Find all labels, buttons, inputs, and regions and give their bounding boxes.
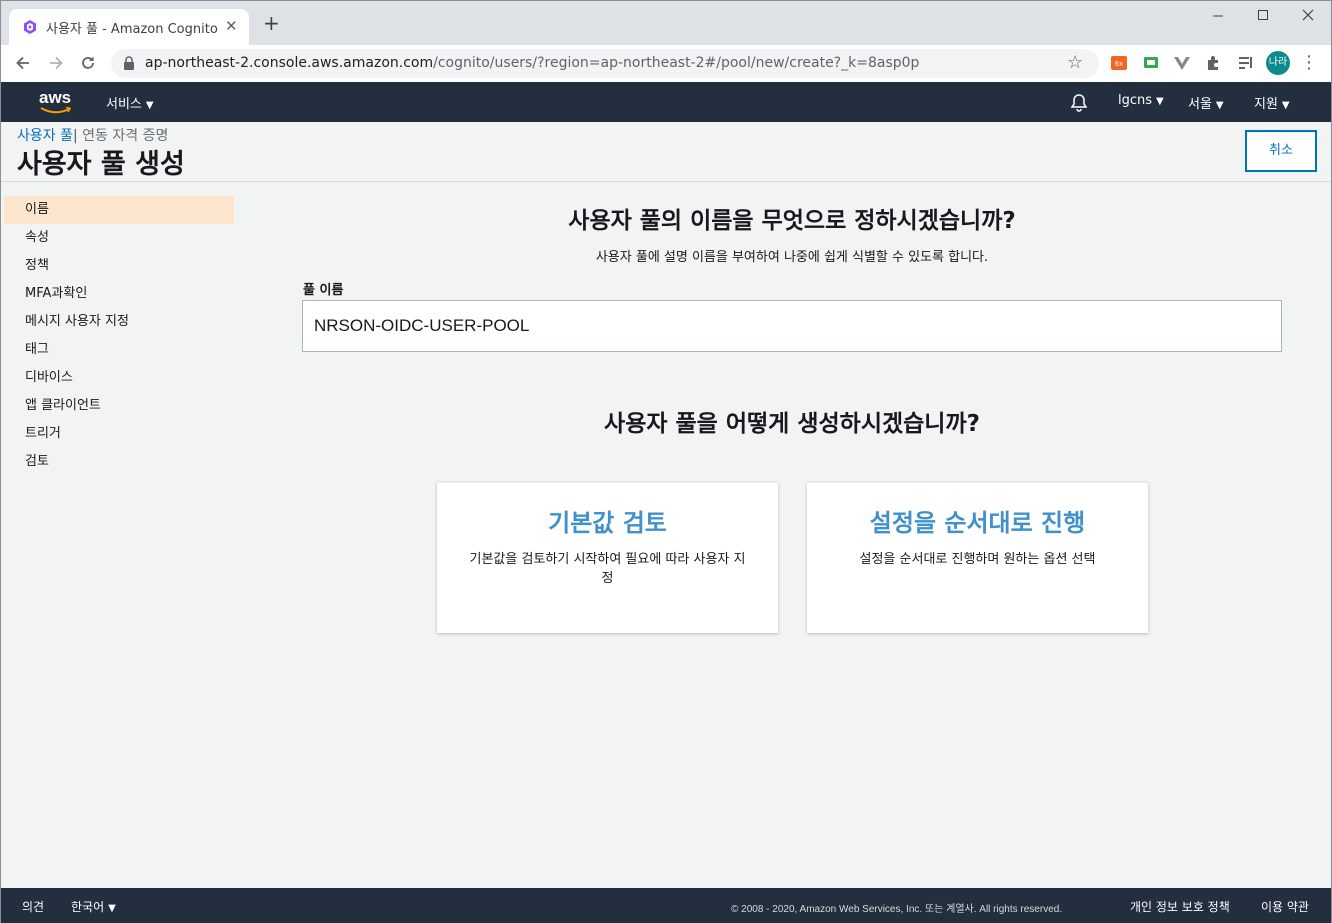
wizard-steps-nav: 이름 속성 정책 MFA과확인 메시지 사용자 지정 태그 디바이스 앱 클라이… [4,196,234,476]
tab-strip: 사용자 풀 - Amazon Cognito ✕ + [1,1,1331,45]
language-selector[interactable]: 한국어 ▼ [71,898,116,915]
sidebar-item-triggers[interactable]: 트리거 [4,420,234,448]
pool-name-label: 풀 이름 [303,283,344,298]
sidebar-item-message-customization[interactable]: 메시지 사용자 지정 [4,308,234,336]
back-icon[interactable] [11,51,35,75]
url-host: ap-northeast-2.console.aws.amazon.com [145,55,434,71]
profile-avatar[interactable]: 나라 [1266,51,1290,75]
console-footer: 의견 한국어 ▼ © 2008 - 2020, Amazon Web Servic… [1,888,1331,923]
browser-toolbar: ap-northeast-2.console.aws.amazon.com/co… [1,45,1331,82]
sidebar-item-review[interactable]: 검토 [4,448,234,476]
browser-tab[interactable]: 사용자 풀 - Amazon Cognito ✕ [9,9,249,45]
caret-down-icon: ▼ [1281,100,1290,111]
caret-down-icon: ▼ [1156,96,1164,107]
name-hint-text: 사용자 풀에 설명 이름을 부여하여 나중에 쉽게 식별할 수 있도록 합니다. [595,250,989,265]
support-label: 지원 [1254,97,1278,112]
step-through-settings-title[interactable]: 설정을 순서대로 진행 [807,503,1148,538]
bell-icon[interactable] [1069,92,1089,112]
close-tab-icon[interactable]: ✕ [225,17,238,35]
sidebar-item-app-clients[interactable]: 앱 클라이언트 [4,392,234,420]
caret-down-icon: ▼ [1215,100,1224,111]
review-defaults-description: 기본값을 검토하기 시작하여 필요에 따라 사용자 지정 [469,552,746,586]
support-menu[interactable]: 지원 ▼ [1254,93,1290,112]
services-menu[interactable]: 서비스 ▼ [106,93,154,112]
privacy-policy-link[interactable]: 개인 정보 보호 정책 [1130,898,1230,915]
cancel-button[interactable]: 취소 [1245,130,1317,172]
terms-of-use-link[interactable]: 이용 약관 [1261,898,1309,915]
page-header: 사용자 풀| 연동 자격 증명 사용자 풀 생성 취소 [1,122,1331,182]
review-defaults-card[interactable]: 기본값 검토 기본값을 검토하기 시작하여 필요에 따라 사용자 지정 [437,482,778,633]
cognito-icon [24,20,36,34]
sidebar-item-attributes[interactable]: 속성 [4,224,234,252]
sidebar-item-name[interactable]: 이름 [4,196,234,224]
extension-vue-icon[interactable] [1172,53,1192,73]
bookmark-star-icon[interactable]: ☆ [1067,52,1083,73]
account-label: lgcns [1118,93,1153,108]
close-window-icon[interactable] [1297,7,1319,27]
address-bar[interactable]: ap-northeast-2.console.aws.amazon.com/co… [111,49,1099,78]
sidebar-item-policies[interactable]: 정책 [4,252,234,280]
caret-down-icon: ▼ [145,100,154,111]
tab-title: 사용자 풀 - Amazon Cognito [46,22,218,37]
minimize-icon[interactable] [1207,7,1229,27]
browser-window: 사용자 풀 - Amazon Cognito ✕ + ap-northeast-… [0,0,1332,923]
page-title: 사용자 풀 생성 [17,149,185,180]
aws-logo[interactable]: aws [39,88,71,108]
name-question-heading: 사용자 풀의 이름을 무엇으로 정하시겠습니까? [568,208,1016,234]
extension-red-icon[interactable]: 6x [1109,53,1129,73]
create-question-heading: 사용자 풀을 어떻게 생성하시겠습니까? [604,411,980,437]
services-label: 서비스 [106,97,142,112]
svg-text:6x: 6x [1115,60,1124,68]
forward-icon[interactable] [44,51,68,75]
extension-green-icon[interactable] [1141,53,1161,73]
aws-console-header: aws 서비스 ▼ lgcns ▼ 서울 ▼ 지원 ▼ [1,82,1331,122]
sidebar-item-tags[interactable]: 태그 [4,336,234,364]
media-queue-icon[interactable] [1236,53,1256,73]
pool-name-input[interactable] [302,300,1282,352]
browser-menu-icon[interactable]: ⋮ [1300,51,1318,75]
account-menu[interactable]: lgcns ▼ [1118,93,1164,108]
caret-down-icon: ▼ [108,903,116,914]
new-tab-button[interactable]: + [263,13,280,33]
sidebar-item-mfa[interactable]: MFA과확인 [4,280,234,308]
region-label: 서울 [1188,97,1212,112]
review-defaults-title[interactable]: 기본값 검토 [437,503,778,538]
language-label: 한국어 [71,900,105,914]
region-menu[interactable]: 서울 ▼ [1188,93,1224,112]
url-path: /cognito/users/?region=ap-northeast-2#/p… [433,55,920,71]
reload-icon[interactable] [76,51,100,75]
lock-icon [124,56,134,70]
aws-smile-icon [40,107,72,114]
url-text: ap-northeast-2.console.aws.amazon.com/co… [145,55,919,71]
sidebar-item-devices[interactable]: 디바이스 [4,364,234,392]
copyright-text: © 2008 - 2020, Amazon Web Services, Inc.… [731,904,1063,915]
step-through-settings-card[interactable]: 설정을 순서대로 진행 설정을 순서대로 진행하며 원하는 옵션 선택 [807,482,1148,633]
step-through-settings-description: 설정을 순서대로 진행하며 원하는 옵션 선택 [859,552,1096,567]
feedback-link[interactable]: 의견 [22,898,44,915]
maximize-icon[interactable] [1252,7,1274,27]
puzzle-icon[interactable] [1204,53,1224,73]
